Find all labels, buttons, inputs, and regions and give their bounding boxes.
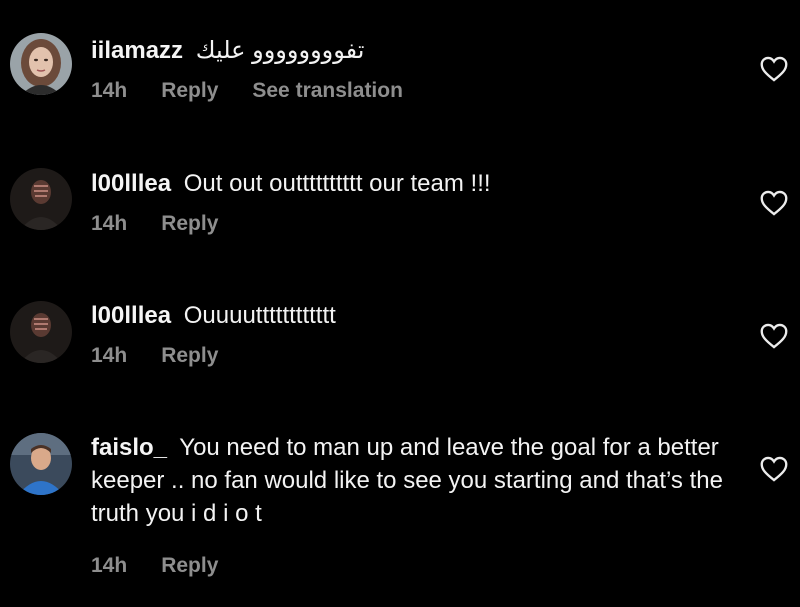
comment-text: l00lllea Out out outttttttttt our team !…: [91, 167, 731, 200]
reply-button[interactable]: Reply: [161, 212, 218, 236]
comment-text: l00lllea Ouuuutttttttttttt: [91, 299, 731, 332]
avatar[interactable]: [10, 433, 72, 495]
comment-message: Out out outttttttttt our team !!!: [183, 170, 491, 197]
comment-username[interactable]: iilamazz: [91, 37, 183, 64]
reply-button[interactable]: Reply: [161, 554, 218, 578]
profile-photo-woman-icon: [10, 33, 72, 95]
reply-button[interactable]: Reply: [161, 79, 218, 103]
avatar[interactable]: [10, 168, 72, 230]
comment-time: 14h: [91, 554, 128, 577]
reply-button[interactable]: Reply: [161, 344, 218, 368]
comment-meta: 14h Reply: [91, 344, 731, 368]
comment-meta: 14h Reply: [91, 212, 731, 236]
comment-username[interactable]: faislo_: [91, 434, 167, 461]
comment-username[interactable]: l00lllea: [91, 170, 171, 197]
heart-outline-icon[interactable]: [760, 190, 788, 216]
avatar[interactable]: [10, 33, 72, 95]
heart-outline-icon[interactable]: [760, 456, 788, 482]
comment-time: 14h: [91, 344, 128, 367]
comment-message: You need to man up and leave the goal fo…: [91, 434, 723, 527]
comment-time: 14h: [91, 212, 128, 235]
see-translation-button[interactable]: See translation: [252, 79, 403, 103]
comment-message: Ouuuutttttttttttt: [183, 302, 336, 329]
avatar[interactable]: [10, 301, 72, 363]
comment-message: تفوووووووو عليك: [195, 37, 365, 64]
profile-photo-dark-icon: [10, 301, 72, 363]
comment-username[interactable]: l00lllea: [91, 302, 171, 329]
heart-outline-icon[interactable]: [760, 323, 788, 349]
profile-photo-man-icon: [10, 433, 72, 495]
comment-meta: 14h Reply See translation: [91, 79, 731, 103]
heart-outline-icon[interactable]: [760, 56, 788, 82]
profile-photo-dark-icon: [10, 168, 72, 230]
comment-meta: 14h Reply: [91, 554, 731, 578]
comment-text: iilamazz تفوووووووو عليك: [91, 34, 731, 67]
comment-text: faislo_ You need to man up and leave the…: [91, 431, 731, 530]
comment-time: 14h: [91, 79, 128, 102]
